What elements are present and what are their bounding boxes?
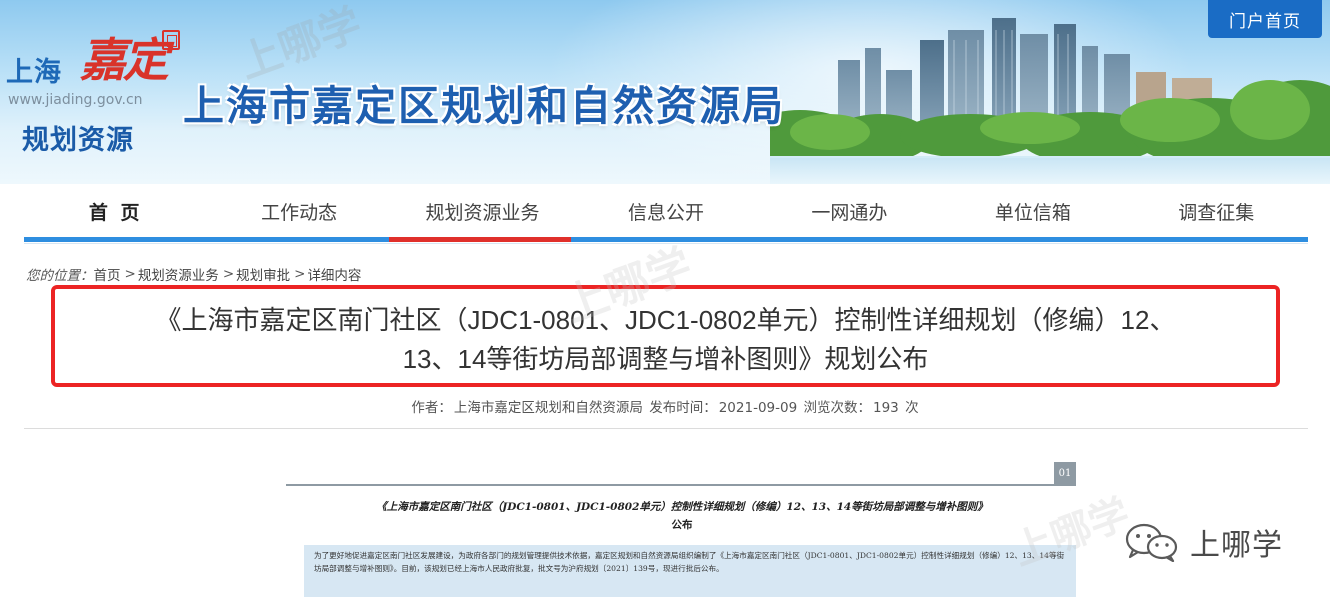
nav-item-mailbox[interactable]: 单位信箱 (941, 184, 1124, 238)
breadcrumb-planning-business[interactable]: 规划资源业务 (138, 264, 219, 284)
article-title-line-2: 13、14等街坊局部调整与增补图则》规划公布 (402, 344, 929, 374)
breadcrumb-planning-approval[interactable]: 规划审批 (236, 264, 290, 284)
nav-item-info-disclosure[interactable]: 信息公开 (574, 184, 757, 238)
nav-underline-bar (24, 237, 1308, 242)
logo-jiading-calligraphy: 嘉定 (80, 33, 169, 87)
nav-item-work-news[interactable]: 工作动态 (207, 184, 390, 238)
breadcrumb-detail: 详细内容 (307, 268, 362, 284)
logo-shanghai-text: 上海 (6, 57, 62, 88)
article-title-line-1: 《上海市嘉定区南门社区（JDC1-0801、JDC1-0802单元）控制性详细规… (155, 305, 1176, 335)
breadcrumb-prefix: 您的位置： (26, 268, 94, 284)
meta-date: 2021-09-09 (718, 400, 798, 416)
doc-paragraph: 为了更好地促进嘉定区南门社区发展建设，为政府各部门的规划管理提供技术依据，嘉定区… (304, 545, 1076, 597)
doc-page-badge: 01 (1054, 462, 1076, 485)
main-nav: 首 页 工作动态 规划资源业务 信息公开 一网通办 单位信箱 调查征集 (24, 184, 1308, 242)
logo-subtitle: 规划资源 (22, 125, 134, 156)
site-title: 上海市嘉定区规划和自然资源局 (183, 82, 785, 130)
doc-title: 《上海市嘉定区南门社区（JDC1-0801、JDC1-0802单元）控制性详细规… (376, 501, 988, 513)
article-title: 《上海市嘉定区南门社区（JDC1-0801、JDC1-0802单元）控制性详细规… (56, 301, 1275, 379)
wechat-watermark: 上哪学 (1124, 520, 1283, 564)
meta-date-label: 发布时间： (649, 400, 717, 416)
doc-title-suffix: 公布 (671, 519, 693, 531)
meta-author: 上海市嘉定区规划和自然资源局 (453, 400, 643, 416)
breadcrumb-separator: > (124, 266, 136, 282)
nav-item-one-stop-service[interactable]: 一网通办 (758, 184, 941, 238)
meta-author-label: 作者： (411, 400, 452, 416)
doc-top-rule (286, 484, 1076, 486)
nav-item-survey[interactable]: 调查征集 (1125, 184, 1308, 238)
breadcrumb-separator: > (294, 266, 306, 282)
content-divider (24, 428, 1308, 429)
meta-views-unit: 次 (905, 400, 919, 416)
article-meta: 作者： 上海市嘉定区规划和自然资源局 发布时间： 2021-09-09 浏览次数： 1… (0, 396, 1330, 416)
portal-home-button[interactable]: 门户首页 (1208, 0, 1322, 38)
logo-url: www.jiading.gov.cn (8, 92, 143, 108)
nav-active-indicator (389, 237, 571, 242)
logo-seal-icon (162, 30, 180, 50)
wechat-icon (1125, 523, 1178, 562)
meta-views-label: 浏览次数： (803, 400, 871, 416)
breadcrumb: 您的位置： 首页 > 规划资源业务 > 规划审批 > 详细内容 (26, 264, 361, 284)
header-banner: 上海 嘉定 www.jiading.gov.cn 规划资源 上海市嘉定区规划和自… (0, 0, 1330, 184)
wechat-account-label: 上哪学 (1190, 528, 1283, 563)
nav-item-planning-business[interactable]: 规划资源业务 (391, 184, 574, 238)
nav-item-home[interactable]: 首 页 (24, 184, 207, 238)
meta-views: 193 (872, 400, 899, 416)
nav-divider (24, 243, 1308, 244)
breadcrumb-separator: > (222, 266, 235, 282)
breadcrumb-home[interactable]: 首页 (94, 264, 121, 284)
